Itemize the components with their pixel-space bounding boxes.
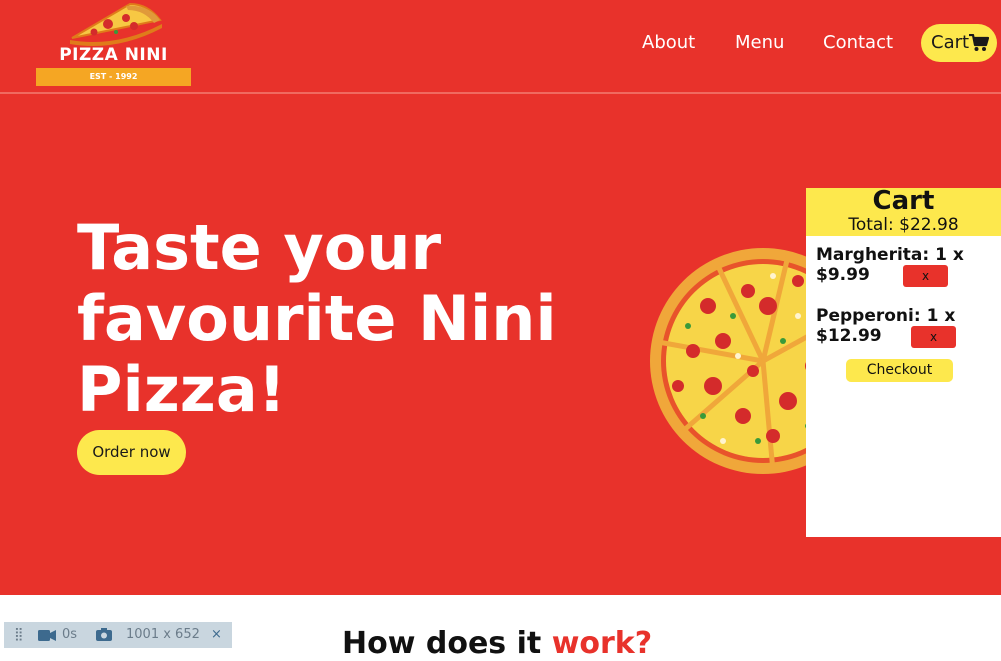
viewport-size: 1001 x 652 — [126, 627, 200, 642]
camera-icon[interactable] — [96, 628, 112, 641]
cart-item-name: Margherita: 1 x — [816, 245, 964, 265]
cart-panel: Cart Total: $22.98 Margherita: 1 x $9.99… — [806, 186, 1001, 537]
record-time: 0s — [62, 627, 78, 642]
hero-title-line: Pizza! — [77, 353, 286, 426]
how-it-works-title: How does it work? — [342, 626, 652, 661]
cart-total: Total: $22.98 — [848, 215, 959, 235]
hero-title-line: favourite Nini — [77, 282, 557, 355]
logo-name: PIZZA NINI — [59, 45, 168, 65]
site-header: PIZZA NINI EST - 1992 About Menu Contact… — [0, 0, 1001, 94]
screen-recorder-toolbar: ⣿ 0s 1001 x 652 × — [4, 622, 232, 648]
nav-cart-label: Cart — [931, 32, 970, 53]
drag-handle-icon[interactable]: ⣿ — [14, 622, 24, 648]
pizza-slice-logo-icon — [70, 2, 162, 46]
cart-item-name: Pepperoni: 1 x — [816, 306, 956, 326]
how-it-works-title-prefix: How does it — [342, 626, 552, 661]
checkout-button[interactable]: Checkout — [846, 359, 953, 382]
nav-cart-button[interactable]: Cart — [921, 24, 997, 62]
hero-title-line: Taste your — [77, 211, 442, 284]
cart-header: Cart Total: $22.98 — [806, 186, 1001, 236]
nav-contact[interactable]: Contact — [823, 32, 893, 53]
logo[interactable]: PIZZA NINI EST - 1992 — [36, 2, 191, 86]
order-now-button[interactable]: Order now — [77, 430, 186, 475]
shopping-cart-icon — [969, 34, 989, 51]
hero-section: Taste your favourite Nini Pizza! Order n… — [0, 94, 1001, 595]
nav-menu[interactable]: Menu — [735, 32, 784, 53]
remove-item-button[interactable]: x — [911, 326, 956, 348]
how-it-works-title-accent: work? — [551, 626, 653, 661]
logo-est-banner: EST - 1992 — [36, 68, 191, 86]
nav-about[interactable]: About — [642, 32, 695, 53]
video-camera-icon[interactable] — [38, 630, 56, 641]
cart-title: Cart — [872, 186, 935, 216]
hero-title: Taste your favourite Nini Pizza! — [77, 212, 597, 425]
close-icon[interactable]: × — [211, 622, 222, 648]
remove-item-button[interactable]: x — [903, 265, 948, 287]
